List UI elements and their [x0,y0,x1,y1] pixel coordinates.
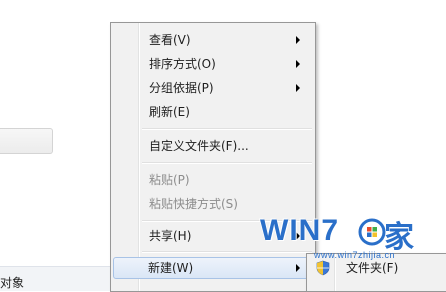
menu-item-view[interactable]: 查看(V) [114,29,310,51]
menu-item-label: 自定义文件夹(F)... [149,139,249,153]
menu-item-label: 分组依据(P) [149,81,214,95]
explorer-bottom-text: 对象 [0,276,25,290]
menu-item-refresh[interactable]: 刷新(E) [114,101,310,123]
menu-item-label: 共享(H) [149,229,192,243]
menu-item-group-by[interactable]: 分组依据(P) [114,77,310,99]
menu-item-label: 查看(V) [149,33,191,47]
menu-item-sort-by[interactable]: 排序方式(O) [114,53,310,75]
menu-item-label: 新建(W) [148,261,194,275]
windows-logo-icon [358,218,386,246]
menu-separator [142,128,312,130]
explorer-left-bar [0,128,53,154]
watermark-brand: WIN7 [260,214,339,247]
submenu-arrow-icon [296,84,300,92]
menu-item-customize-folder[interactable]: 自定义文件夹(F)... [114,135,310,157]
submenu-arrow-icon [296,60,300,68]
watermark-url: www.win7zhijia.cn [314,250,396,260]
menu-separator [142,162,312,164]
menu-item-paste: 粘贴(P) [114,169,310,191]
menu-item-label: 粘贴快捷方式(S) [149,197,238,211]
menu-item-label: 粘贴(P) [149,173,190,187]
watermark: WIN7 家 www.win7zhijia.cn [258,212,438,266]
menu-item-label: 排序方式(O) [149,57,216,71]
menu-item-label: 刷新(E) [149,105,190,119]
submenu-arrow-icon [296,36,300,44]
